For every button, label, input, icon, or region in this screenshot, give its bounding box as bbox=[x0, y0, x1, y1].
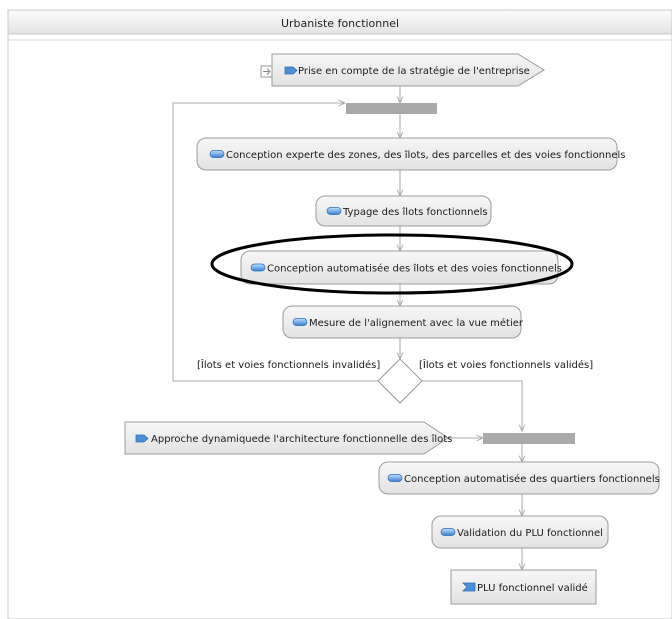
action-label: Validation du PLU fonctionnel bbox=[457, 528, 603, 539]
action-mesure[interactable]: Mesure de l'alignement avec la vue métie… bbox=[282, 305, 524, 339]
end-signal-node[interactable]: PLU fonctionnel validé bbox=[450, 569, 597, 605]
guard-valid-label: [Îlots et voies fonctionnels validés] bbox=[419, 358, 593, 371]
start-signal-node[interactable]: Prise en compte de la stratégie de l'ent… bbox=[260, 53, 545, 87]
join-bar-bottom bbox=[483, 433, 575, 444]
action-label: Typage des îlots fonctionnels bbox=[342, 206, 488, 218]
action-pill-icon bbox=[250, 263, 266, 272]
action-conception-auto[interactable]: Conception automatisée des îlots et des … bbox=[240, 250, 562, 285]
action-pill-icon bbox=[209, 150, 225, 158]
action-label: Conception automatisée des îlots et des … bbox=[267, 263, 562, 275]
start-signal-label: Prise en compte de la stratégie de l'ent… bbox=[298, 65, 530, 77]
action-typage[interactable]: Typage des îlots fonctionnels bbox=[315, 195, 492, 227]
action-pill-icon bbox=[292, 318, 308, 326]
action-validation[interactable]: Validation du PLU fonctionnel bbox=[431, 515, 609, 549]
action-quartiers[interactable]: Conception automatisée des quartiers fon… bbox=[378, 461, 660, 495]
action-pill-icon bbox=[387, 474, 403, 482]
action-label: Conception automatisée des quartiers fon… bbox=[404, 473, 660, 485]
action-conception-zones[interactable]: Conception experte des zones, des îlots,… bbox=[196, 137, 626, 171]
signal-approche-label: Approche dynamiquede l'architecture fonc… bbox=[151, 433, 452, 445]
guard-invalid-label: [Îlots et voies fonctionnels invalidés] bbox=[197, 358, 380, 371]
action-pill-icon bbox=[440, 528, 456, 536]
action-pill-icon bbox=[326, 207, 342, 215]
end-signal-label: PLU fonctionnel validé bbox=[477, 582, 588, 594]
action-label: Conception experte des zones, des îlots,… bbox=[226, 149, 626, 161]
panel-title: Urbaniste fonctionnel bbox=[281, 17, 399, 30]
join-bar-top bbox=[346, 103, 437, 114]
signal-approche-node[interactable]: Approche dynamiquede l'architecture fonc… bbox=[124, 421, 452, 455]
action-label: Mesure de l'alignement avec la vue métie… bbox=[309, 317, 524, 329]
activity-diagram: Urbaniste fonctionnel Prise en compte de… bbox=[7, 9, 672, 619]
signal-send-icon bbox=[260, 65, 273, 78]
